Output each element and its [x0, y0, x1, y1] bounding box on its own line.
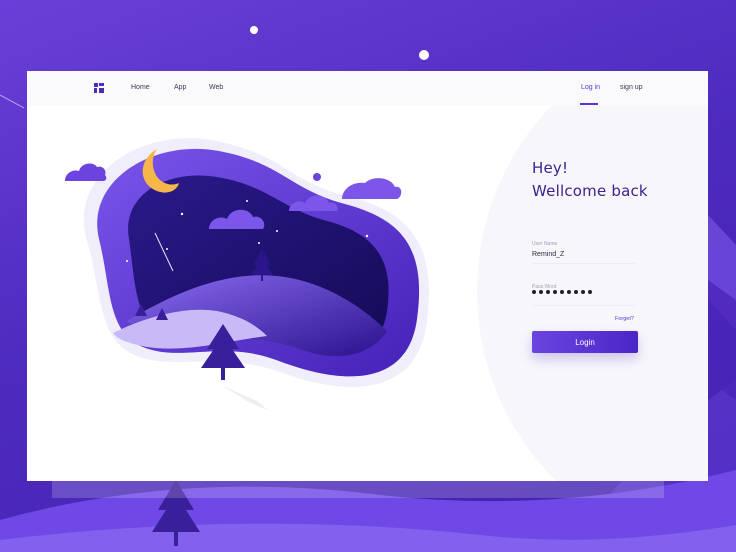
username-label: User Name: [532, 241, 558, 247]
password-dot: [560, 290, 564, 294]
background-dot: [250, 26, 258, 34]
ground-shadow: [223, 386, 269, 411]
password-dot: [553, 290, 557, 294]
cloud: [65, 163, 107, 181]
password-dot: [588, 290, 592, 294]
forgot-password-link[interactable]: Forget?: [615, 316, 634, 322]
star-dot: [313, 173, 321, 181]
background-dot: [419, 50, 429, 60]
app-logo-icon[interactable]: [94, 83, 104, 93]
nav-app-link[interactable]: App: [174, 84, 186, 91]
password-dot: [567, 290, 571, 294]
login-button[interactable]: Login: [532, 331, 638, 353]
password-dot: [539, 290, 543, 294]
greeting-line-1: Hey!: [532, 159, 569, 177]
shooting-star: [0, 94, 25, 109]
side-mountain: [708, 280, 736, 400]
password-dot: [581, 290, 585, 294]
night-scene-illustration: [65, 138, 429, 411]
username-input[interactable]: Remind_Z: [532, 251, 564, 258]
greeting-line-2: Wellcome back: [532, 182, 648, 200]
top-nav: Home App Web Log in sign up: [27, 71, 708, 106]
login-card: Home App Web Log in sign up Hey! Wellcom…: [27, 71, 708, 481]
nav-web-link[interactable]: Web: [209, 84, 223, 91]
password-input[interactable]: [532, 290, 592, 294]
password-dot: [532, 290, 536, 294]
username-underline: [532, 263, 635, 264]
password-dot: [546, 290, 550, 294]
password-underline: [532, 305, 635, 306]
cloud: [342, 178, 402, 199]
nav-signup-link[interactable]: sign up: [620, 84, 643, 91]
nav-login-link[interactable]: Log in: [581, 84, 600, 91]
nav-home-link[interactable]: Home: [131, 84, 150, 91]
password-dot: [574, 290, 578, 294]
active-tab-indicator: [580, 103, 598, 105]
